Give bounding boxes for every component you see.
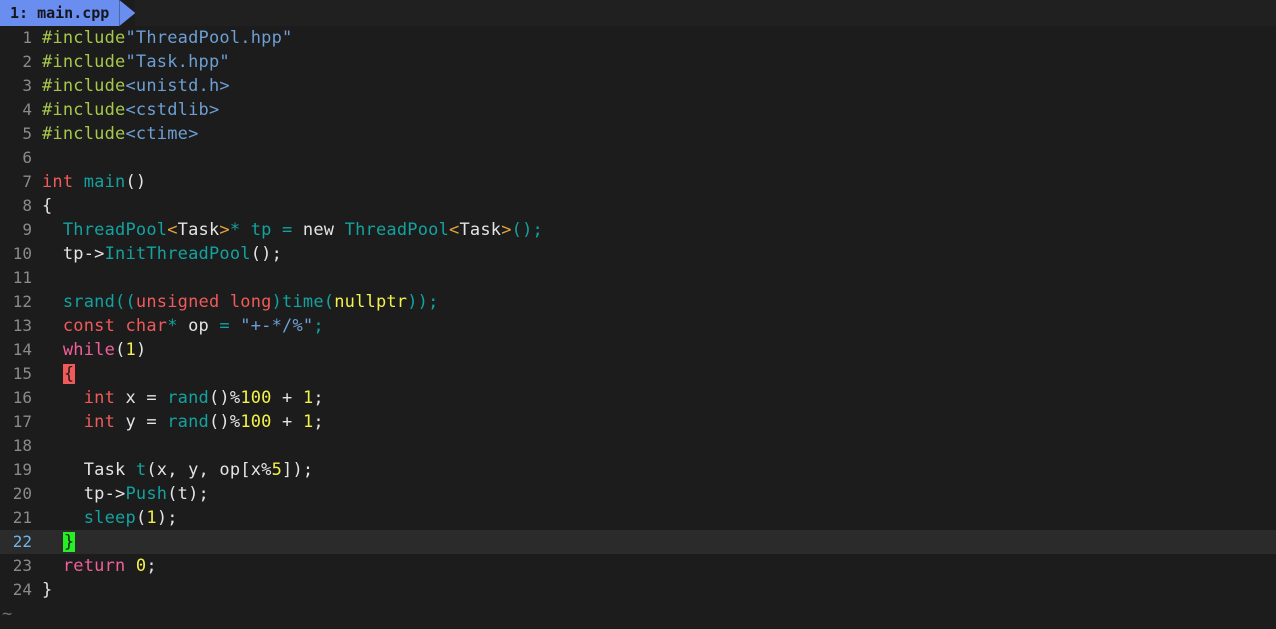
- code-line[interactable]: 16 int x = rand()%100 + 1;: [0, 386, 1276, 410]
- tab-label: 1: main.cpp: [0, 0, 120, 26]
- code-line[interactable]: 2 #include"Task.hpp": [0, 50, 1276, 74]
- code-line[interactable]: 14 while(1): [0, 338, 1276, 362]
- line-number: 11: [12, 268, 32, 287]
- line-number: 19: [12, 460, 32, 479]
- line-text: Task t(x, y, op[x%5]);: [42, 460, 314, 480]
- code-line[interactable]: 23 return 0;: [0, 554, 1276, 578]
- line-text: tp->InitThreadPool();: [42, 244, 283, 264]
- line-number: 10: [12, 244, 32, 263]
- line-number: 6: [22, 148, 32, 167]
- line-number: 23: [12, 556, 32, 575]
- code-line[interactable]: 21 sleep(1);: [0, 506, 1276, 530]
- line-text: const char* op = "+-*/%";: [62, 316, 324, 336]
- code-line[interactable]: 18: [0, 434, 1276, 458]
- code-line[interactable]: 11: [0, 266, 1276, 290]
- line-text: while(1): [62, 340, 147, 360]
- code-line[interactable]: 17 int y = rand()%100 + 1;: [0, 410, 1276, 434]
- code-line[interactable]: 13 const char* op = "+-*/%";: [0, 314, 1276, 338]
- line-number: 5: [22, 124, 32, 143]
- code-line[interactable]: 12 srand((unsigned long)time(nullptr));: [0, 290, 1276, 314]
- tilde-marker: ~: [2, 604, 13, 624]
- code-line[interactable]: 24 }: [0, 578, 1276, 602]
- code-line[interactable]: 10 tp->InitThreadPool();: [0, 242, 1276, 266]
- line-text: #include"ThreadPool.hpp": [42, 28, 293, 48]
- line-number: 18: [12, 436, 32, 455]
- line-number: 3: [22, 76, 32, 95]
- line-number: 4: [22, 100, 32, 119]
- line-number: 21: [12, 508, 32, 527]
- line-number: 2: [22, 52, 32, 71]
- line-number: 20: [12, 484, 32, 503]
- line-number: 12: [12, 292, 32, 311]
- line-text: int y = rand()%100 + 1;: [83, 412, 324, 432]
- code-line[interactable]: 3 #include<unistd.h>: [0, 74, 1276, 98]
- code-line[interactable]: 9 ThreadPool<Task>* tp = new ThreadPool<…: [0, 218, 1276, 242]
- line-text: int x = rand()%100 + 1;: [83, 388, 324, 408]
- line-text: #include"Task.hpp": [42, 52, 230, 72]
- line-text: }: [42, 530, 1276, 554]
- line-number: 13: [12, 316, 32, 335]
- tab-arrow-icon: [119, 0, 136, 26]
- code-buffer[interactable]: 1 #include"ThreadPool.hpp" 2 #include"Ta…: [0, 26, 1276, 626]
- code-line[interactable]: 4 #include<cstdlib>: [0, 98, 1276, 122]
- code-line[interactable]: 1 #include"ThreadPool.hpp": [0, 26, 1276, 50]
- line-number: 16: [12, 388, 32, 407]
- line-text: ThreadPool<Task>* tp = new ThreadPool<Ta…: [62, 220, 543, 240]
- code-line[interactable]: 8 {: [0, 194, 1276, 218]
- line-text: #include<ctime>: [42, 124, 199, 144]
- code-line[interactable]: 19 Task t(x, y, op[x%5]);: [0, 458, 1276, 482]
- line-number: 7: [22, 172, 32, 191]
- line-number: 17: [12, 412, 32, 431]
- line-text: }: [42, 580, 53, 600]
- line-text: srand((unsigned long)time(nullptr));: [62, 292, 439, 312]
- line-number: 8: [22, 196, 32, 215]
- code-line-cursor[interactable]: 22 }: [0, 530, 1276, 554]
- tabline-filler: [135, 0, 1276, 26]
- line-text: return 0;: [62, 556, 157, 576]
- text-cursor: }: [62, 532, 76, 552]
- line-number: 24: [12, 580, 32, 599]
- code-line[interactable]: 15 {: [0, 362, 1276, 386]
- code-line[interactable]: 6: [0, 146, 1276, 170]
- line-number: 14: [12, 340, 32, 359]
- line-number: 15: [12, 364, 32, 383]
- line-text: {: [42, 362, 1276, 386]
- code-line[interactable]: 7 int main(): [0, 170, 1276, 194]
- line-text: #include<cstdlib>: [42, 100, 220, 120]
- matching-brace-highlight: {: [62, 364, 76, 384]
- line-text: {: [42, 196, 53, 216]
- end-of-buffer-markers: ~: [0, 602, 1276, 626]
- code-line[interactable]: 5 #include<ctime>: [0, 122, 1276, 146]
- line-text: int main(): [42, 172, 147, 192]
- tabline: 1: main.cpp: [0, 0, 1276, 26]
- line-text: sleep(1);: [83, 508, 178, 528]
- line-number: 9: [22, 220, 32, 239]
- tab-main-cpp[interactable]: 1: main.cpp: [0, 0, 136, 26]
- line-text: #include<unistd.h>: [42, 76, 230, 96]
- line-text: tp->Push(t);: [42, 484, 209, 504]
- line-number: 1: [22, 28, 32, 47]
- code-line[interactable]: 20 tp->Push(t);: [0, 482, 1276, 506]
- line-number: 22: [12, 532, 32, 551]
